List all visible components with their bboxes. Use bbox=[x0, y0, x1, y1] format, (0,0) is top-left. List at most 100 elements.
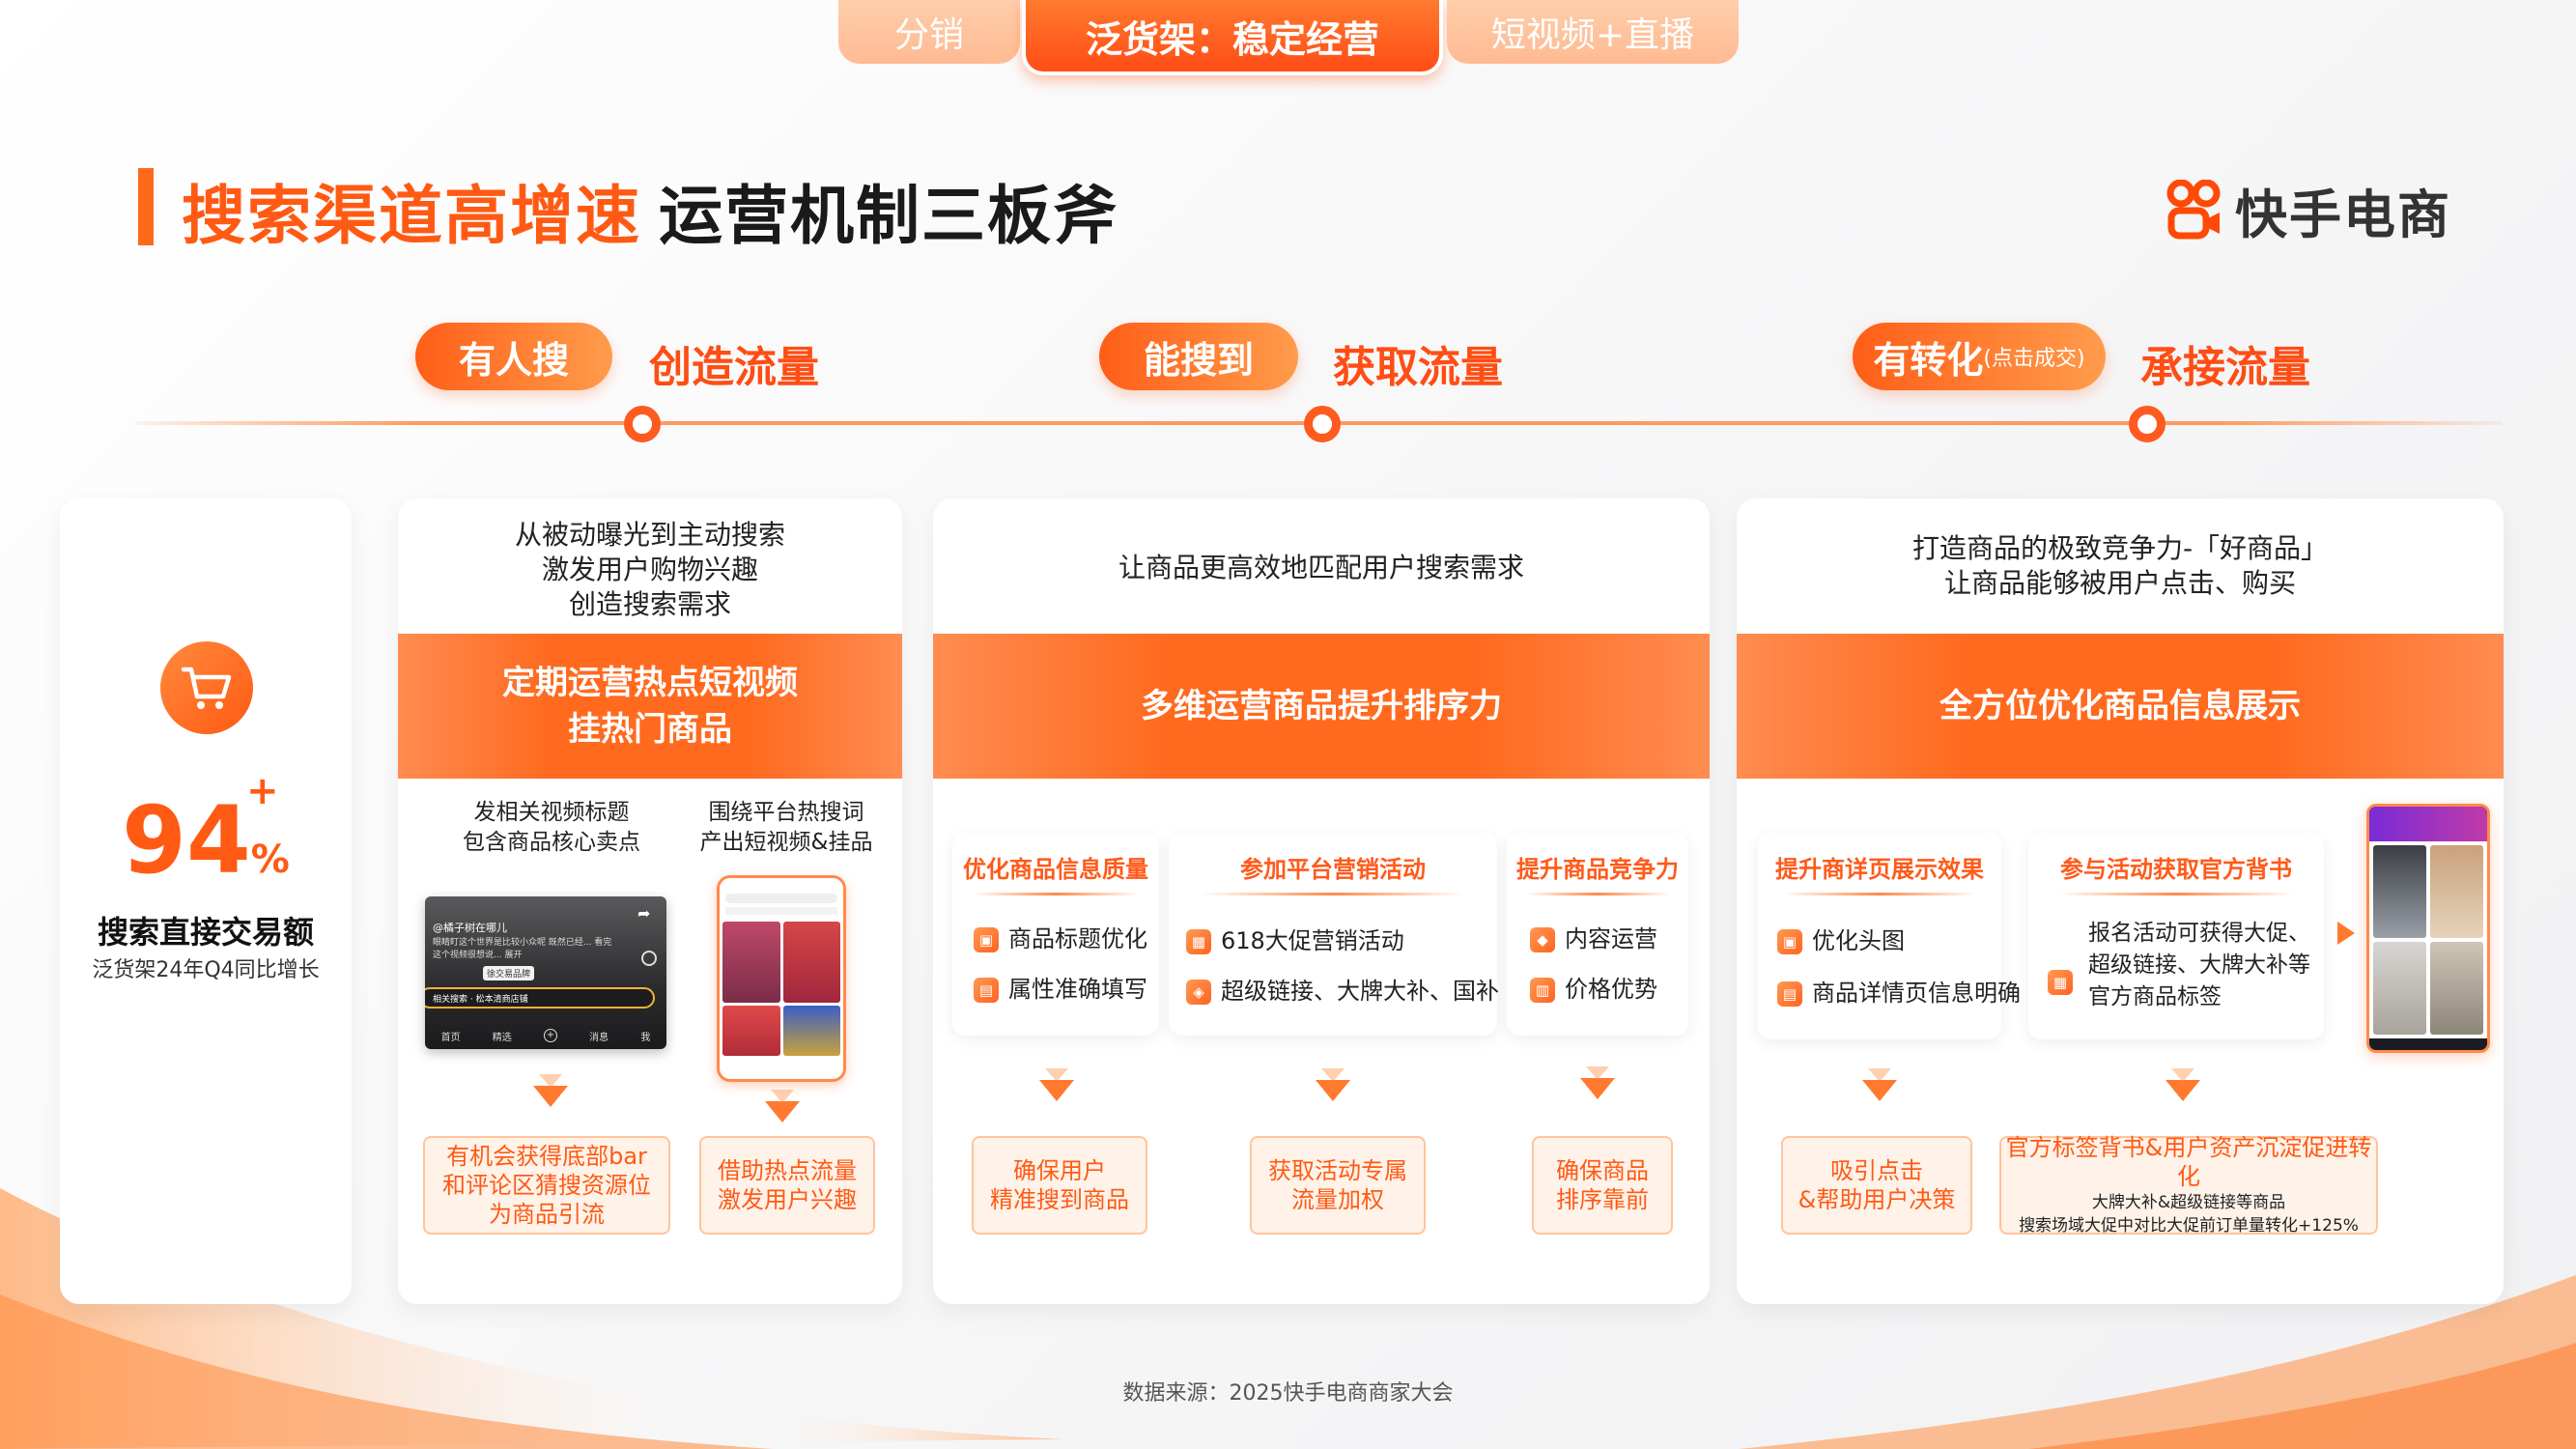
result-line: 激发用户兴趣 bbox=[718, 1186, 857, 1213]
card-receive-traffic: 打造商品的极致竞争力-「好商品」 让商品能够被用户点击、购买 全方位优化商品信息… bbox=[1737, 498, 2504, 1304]
stage-pill-convert: 有转化 (点击成交) bbox=[1853, 323, 2106, 390]
sub-card-title: 提升商详页展示效果 bbox=[1775, 856, 1984, 883]
arrow-down-icon bbox=[1862, 1068, 1897, 1101]
stage-tag-acquire: 获取流量 bbox=[1333, 343, 1503, 392]
nav-item[interactable]: 我 bbox=[640, 1029, 650, 1043]
stat-label: 搜索直接交易额 bbox=[97, 914, 314, 951]
phone-tabs bbox=[725, 907, 837, 915]
nav-item[interactable]: 首页 bbox=[441, 1029, 461, 1043]
document-icon: ▤ bbox=[1777, 981, 1802, 1007]
item-label: 内容运营 bbox=[1565, 925, 1657, 952]
brand-name: 快手电商 bbox=[2235, 185, 2451, 245]
column-caption: 围绕平台热搜词 产出短视频&挂品 bbox=[672, 798, 900, 858]
list-item: ▤ 属性准确填写 bbox=[974, 974, 1147, 1006]
list-item: ▥ 价格优势 bbox=[1530, 974, 1657, 1006]
result-box: 确保用户 精准搜到商品 bbox=[972, 1136, 1147, 1235]
video-author: @橘子树在哪儿 bbox=[433, 922, 507, 934]
list-item: ▤ 商品详情页信息明确 bbox=[1777, 978, 2021, 1009]
item-label: 价格优势 bbox=[1565, 976, 1657, 1003]
stat-percent: % bbox=[250, 838, 290, 882]
stage-tag-receive: 承接流量 bbox=[2140, 343, 2310, 392]
arrow-down-icon bbox=[2166, 1068, 2200, 1101]
timeline-dot bbox=[2129, 406, 2166, 442]
pill-label: 能搜到 bbox=[1143, 338, 1254, 382]
result-box: 官方标签背书&用户资产沉淀促进转化 大牌大补&超级链接等商品 搜索场域大促中对比… bbox=[1999, 1134, 2378, 1236]
list-item: ▣ 优化头图 bbox=[1777, 925, 1905, 957]
related-search-bar[interactable]: 相关搜索 · 松本清商店铺 bbox=[425, 987, 655, 1009]
title-rest: 运营机制三板斧 bbox=[659, 179, 1118, 253]
calendar-icon: ▦ bbox=[2048, 970, 2073, 995]
nav-add-button[interactable]: + bbox=[543, 1029, 557, 1042]
result-line: 为商品引流 bbox=[489, 1201, 605, 1228]
list-item: ◆ 内容运营 bbox=[1530, 923, 1657, 955]
arrow-down-icon bbox=[1580, 1066, 1615, 1099]
arrow-down-icon bbox=[1316, 1068, 1350, 1101]
item-label: 属性准确填写 bbox=[1008, 976, 1147, 1003]
video-thumb bbox=[782, 1006, 840, 1056]
result-detail: 搜索场域大促中对比大促前订单量转化+125% bbox=[2019, 1216, 2359, 1236]
shopping-cart-icon bbox=[181, 667, 232, 709]
result-line: 确保商品 bbox=[1556, 1157, 1649, 1184]
product-thumb bbox=[2373, 845, 2426, 938]
stat-card: 94% + 搜索直接交易额 泛货架24年Q4同比增长 bbox=[60, 498, 352, 1304]
sub-card-title: 参加平台营销活动 bbox=[1240, 856, 1426, 883]
stat-number: 94 bbox=[122, 786, 251, 895]
list-item: ▦ 618大促营销活动 bbox=[1186, 925, 1404, 957]
product-thumb bbox=[2430, 942, 2483, 1035]
calendar-icon: ▦ bbox=[1186, 929, 1211, 954]
sub-divider bbox=[1782, 893, 1977, 895]
box-icon: ▣ bbox=[1777, 929, 1802, 954]
caption-line: 围绕平台热搜词 bbox=[708, 800, 864, 825]
pill-label: 有人搜 bbox=[458, 338, 569, 382]
phone-status-bar bbox=[720, 878, 843, 892]
sub-card-title: 参与活动获取官方背书 bbox=[2060, 856, 2292, 883]
card-acquire-traffic: 让商品更高效地匹配用户搜索需求 多维运营商品提升排序力 优化商品信息质量 ▣ 商品… bbox=[933, 498, 1710, 1304]
sub-divider bbox=[2057, 893, 2295, 895]
cart-icon-circle bbox=[160, 641, 253, 734]
tab-video-live[interactable]: 短视频+直播 bbox=[1447, 0, 1739, 64]
pill-label: 有转化 bbox=[1873, 338, 1984, 382]
nav-item[interactable]: 消息 bbox=[589, 1029, 609, 1043]
music-disc-icon bbox=[641, 951, 657, 966]
video-thumb bbox=[722, 922, 780, 1003]
tab-distribution[interactable]: 分销 bbox=[838, 0, 1020, 64]
tab-shelf-active[interactable]: 泛货架：稳定经营 bbox=[1022, 0, 1443, 75]
item-line: 超级链接、大牌大补等 bbox=[2088, 952, 2310, 978]
phone-header bbox=[2369, 807, 2487, 841]
phone-video-grid bbox=[720, 919, 843, 1059]
caption-line: 产出短视频&挂品 bbox=[699, 830, 873, 855]
result-line: &帮助用户决策 bbox=[1798, 1186, 1956, 1213]
result-detail: 大牌大补&超级链接等商品 bbox=[2091, 1193, 2286, 1212]
stat-value: 94% bbox=[60, 786, 352, 895]
item-label: 商品详情页信息明确 bbox=[1812, 980, 2021, 1007]
intro-line: 创造搜索需求 bbox=[568, 588, 731, 620]
nav-item[interactable]: 精选 bbox=[493, 1029, 512, 1043]
sub-card: 参与活动获取官方背书 ▦ 报名活动可获得大促、 超级链接、大牌大补等 官方商品标… bbox=[2028, 833, 2324, 1039]
sub-card-title: 提升商品竞争力 bbox=[1516, 856, 1679, 883]
result-line: 和评论区猜搜资源位 bbox=[442, 1172, 651, 1199]
item-line: 报名活动可获得大促、 bbox=[2088, 921, 2310, 946]
phone-search-field bbox=[725, 894, 837, 903]
card-intro: 从被动曝光到主动搜索 激发用户购物兴趣 创造搜索需求 bbox=[398, 518, 902, 622]
sub-divider bbox=[1202, 893, 1464, 895]
video-screenshot: @橘子树在哪儿 眼睛盯这个世界是比较小众呢 既然已经... 看完 这个视频很想说… bbox=[425, 896, 666, 1049]
band-line: 挂热门商品 bbox=[568, 710, 732, 749]
result-box: 借助热点流量 激发用户兴趣 bbox=[699, 1136, 875, 1235]
strategy-band: 多维运营商品提升排序力 bbox=[933, 634, 1710, 779]
video-thumb bbox=[722, 1006, 780, 1056]
intro-line: 从被动曝光到主动搜索 bbox=[514, 519, 785, 551]
title-accent-bar bbox=[138, 168, 154, 245]
stat-plus: + bbox=[246, 769, 279, 813]
item-label: 商品标题优化 bbox=[1008, 925, 1147, 952]
sub-divider bbox=[1524, 893, 1671, 895]
result-line: 确保用户 bbox=[1013, 1157, 1106, 1184]
card-intro: 打造商品的极致竞争力-「好商品」 让商品能够被用户点击、购买 bbox=[1737, 531, 2504, 601]
arrow-down-icon bbox=[533, 1074, 568, 1107]
title-highlight: 搜索渠道高增速 bbox=[182, 179, 641, 253]
result-line: 获取活动专属 bbox=[1268, 1157, 1407, 1184]
page-title: 搜索渠道高增速 运营机制三板斧 bbox=[182, 164, 1118, 257]
phone-hot-search-screenshot bbox=[717, 875, 846, 1082]
video-bottom-nav: 首页 精选 + 消息 我 bbox=[425, 1029, 666, 1043]
gift-icon: ◈ bbox=[1186, 980, 1211, 1005]
arrow-right-icon bbox=[2337, 922, 2355, 945]
